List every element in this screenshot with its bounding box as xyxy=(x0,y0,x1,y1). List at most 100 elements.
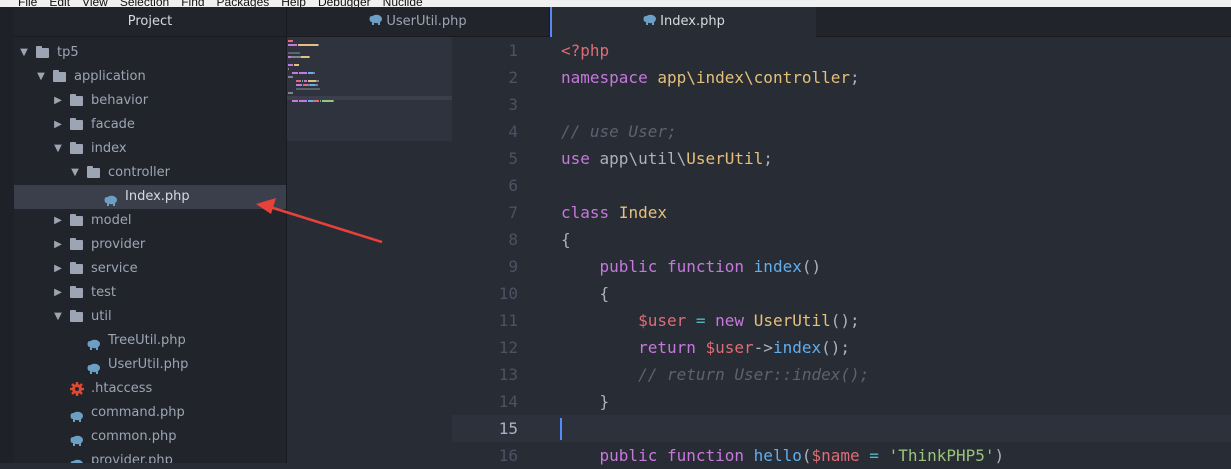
tree-folder[interactable]: ▶ model xyxy=(14,209,286,233)
minimap-stroke xyxy=(288,40,293,42)
minimap-stroke xyxy=(288,76,293,78)
tree-folder[interactable]: ▼ tp5 xyxy=(14,41,286,65)
menu-item[interactable]: Edit xyxy=(49,0,70,7)
line-number: 13 xyxy=(498,365,518,384)
minimap-stroke xyxy=(288,64,293,66)
minimap-stroke xyxy=(292,72,298,74)
code-line[interactable]: 13 // return User::index(); xyxy=(452,361,1231,388)
code-line[interactable]: 5 use app\util\UserUtil; xyxy=(452,145,1231,172)
tab-index[interactable]: Index.php xyxy=(550,7,816,37)
minimap-stroke xyxy=(296,80,301,82)
tree-label: UserUtil.php xyxy=(108,357,189,372)
menu-item[interactable]: File xyxy=(18,0,37,7)
tree-file[interactable]: UserUtil.php xyxy=(14,353,286,377)
chevron-down-icon[interactable]: ▼ xyxy=(35,65,47,89)
code-text: } xyxy=(561,392,610,411)
menu-item[interactable]: View xyxy=(82,0,108,7)
code-text: { xyxy=(561,284,610,303)
tab-userutil[interactable]: UserUtil.php xyxy=(287,7,550,36)
tree-file[interactable]: TreeUtil.php xyxy=(14,329,286,353)
tree-folder[interactable]: ▶ service xyxy=(14,257,286,281)
folder-icon xyxy=(70,94,83,106)
folder-icon xyxy=(70,142,83,154)
minimap-stroke xyxy=(316,80,319,82)
folder-icon xyxy=(53,70,66,82)
tree-folder[interactable]: ▼ index xyxy=(14,137,286,161)
line-number: 6 xyxy=(508,176,518,195)
minimap-stroke xyxy=(304,80,307,82)
code-line[interactable]: 3 xyxy=(452,91,1231,118)
code-line[interactable]: 9 public function index() xyxy=(452,253,1231,280)
menu-item[interactable]: Help xyxy=(281,0,306,7)
code-line[interactable]: 14 } xyxy=(452,388,1231,415)
minimap-stroke xyxy=(294,64,299,66)
minimap-stroke xyxy=(322,100,333,102)
line-number: 9 xyxy=(508,257,518,276)
menu-item[interactable]: Find xyxy=(181,0,204,7)
tree-folder[interactable]: ▶ test xyxy=(14,281,286,305)
tree-file[interactable]: provider.php xyxy=(14,449,286,463)
text-cursor xyxy=(560,418,562,440)
tab-bar: UserUtil.php Index.php xyxy=(287,7,1231,37)
line-number: 4 xyxy=(508,122,518,141)
chevron-right-icon[interactable]: ▶ xyxy=(52,233,64,257)
code-line[interactable]: 12 return $user->index(); xyxy=(452,334,1231,361)
code-line[interactable]: 4 // use User; xyxy=(452,118,1231,145)
tree-label: .htaccess xyxy=(91,381,153,396)
code-text: use app\util\UserUtil; xyxy=(561,149,773,168)
chevron-right-icon[interactable]: ▶ xyxy=(52,257,64,281)
php-elephant-icon xyxy=(70,431,84,446)
php-elephant-icon xyxy=(104,191,118,206)
menu-item[interactable]: Debugger xyxy=(318,0,371,7)
tree-file[interactable]: .htaccess xyxy=(14,377,286,401)
chevron-right-icon[interactable]: ▶ xyxy=(52,113,64,137)
chevron-down-icon[interactable]: ▼ xyxy=(52,305,64,329)
menu-bar: File Edit View Selection Find Packages Help Deb… xyxy=(0,0,1231,7)
tree-label: service xyxy=(91,261,138,276)
code-line[interactable]: 1 <?php xyxy=(452,37,1231,64)
folder-icon xyxy=(70,214,83,226)
code-text: return $user->index(); xyxy=(638,338,851,357)
menu-item[interactable]: Nuclide xyxy=(383,0,423,7)
chevron-down-icon[interactable]: ▼ xyxy=(69,161,81,185)
minimap-stroke xyxy=(299,72,307,74)
tab-label: UserUtil.php xyxy=(386,14,467,29)
tree-label: facade xyxy=(91,117,135,132)
minimap-stroke xyxy=(288,52,300,54)
tree-file[interactable]: command.php xyxy=(14,401,286,425)
code-line[interactable]: 2 namespace app\index\controller; xyxy=(452,64,1231,91)
code-line[interactable]: 8{ xyxy=(452,226,1231,253)
chevron-right-icon[interactable]: ▶ xyxy=(52,209,64,233)
chevron-right-icon[interactable]: ▶ xyxy=(52,281,64,305)
tree-file[interactable]: Index.php xyxy=(14,185,286,209)
folder-icon xyxy=(70,118,83,130)
tree-folder[interactable]: ▼ controller xyxy=(14,161,286,185)
code-line[interactable]: 11 $user = new UserUtil(); xyxy=(452,307,1231,334)
tree-label: provider.php xyxy=(91,453,173,463)
sidebar-title: Project xyxy=(14,7,286,37)
tree-file[interactable]: common.php xyxy=(14,425,286,449)
minimap-stroke xyxy=(298,44,318,46)
minimap[interactable] xyxy=(287,37,452,141)
code-line[interactable]: 16 public function hello($name = 'ThinkP… xyxy=(452,442,1231,469)
tree-folder[interactable]: ▶ facade xyxy=(14,113,286,137)
code-line[interactable]: 7 class Index xyxy=(452,199,1231,226)
menu-item[interactable]: Selection xyxy=(120,0,169,7)
minimap-stroke xyxy=(299,100,307,102)
tree-folder[interactable]: ▶ provider xyxy=(14,233,286,257)
tree-folder[interactable]: ▶ behavior xyxy=(14,89,286,113)
code-line[interactable]: 15 xyxy=(452,415,1231,442)
tree-folder[interactable]: ▼ application xyxy=(14,65,286,89)
code-text: // use User; xyxy=(561,122,677,141)
tree-folder[interactable]: ▼ util xyxy=(14,305,286,329)
chevron-down-icon[interactable]: ▼ xyxy=(52,137,64,161)
code-editor[interactable]: 1 <?php 2 namespace app\index\controller; 3 4… xyxy=(452,37,1231,465)
chevron-down-icon[interactable]: ▼ xyxy=(18,41,30,65)
code-line[interactable]: 6 xyxy=(452,172,1231,199)
chevron-right-icon[interactable]: ▶ xyxy=(52,89,64,113)
minimap-stroke xyxy=(301,56,309,58)
minimap-stroke xyxy=(292,100,298,102)
code-line[interactable]: 10 { xyxy=(452,280,1231,307)
tree-label: application xyxy=(74,69,146,84)
menu-item[interactable]: Packages xyxy=(217,0,270,7)
